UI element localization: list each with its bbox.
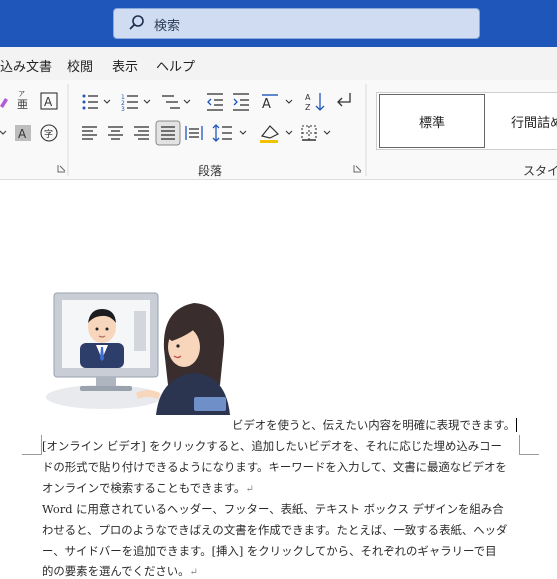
font-dialog-launcher-icon[interactable] (57, 165, 66, 173)
svg-text:Z: Z (305, 103, 311, 112)
tab-review[interactable]: 校閲 (67, 56, 93, 75)
svg-text:亜: 亜 (17, 98, 28, 111)
line-spacing-icon[interactable] (212, 124, 247, 142)
align-right-icon[interactable] (134, 126, 149, 140)
tab-help[interactable]: ヘルプ (156, 56, 195, 75)
paragraph-dialog-launcher-icon[interactable] (353, 165, 362, 173)
search-icon (129, 15, 144, 30)
styles-group-title: スタイル (523, 164, 557, 178)
align-left-icon[interactable] (82, 126, 97, 140)
numbering-icon[interactable]: 1 2 3 (121, 94, 151, 113)
borders-icon[interactable] (301, 125, 331, 141)
text-highlight-icon[interactable] (0, 98, 8, 108)
dropdown-chevron-icon[interactable] (0, 130, 7, 135)
align-center-icon[interactable] (108, 126, 123, 140)
margin-corner-top-right (519, 435, 539, 455)
caption-text: ビデオを使うと、伝えたい内容を明確に表現できます。 (232, 418, 516, 432)
image-caption: ビデオを使うと、伝えたい内容を明確に表現できます。 (232, 417, 518, 433)
paragraph-1-line-3-text: オンラインで検索することもできます。 (42, 481, 246, 495)
ribbon: ア 亜 A A 字 1 2 3 A A Z 標準 行間詰め 段落 スタイ (0, 80, 557, 180)
paragraph-1-line-1: [オンライン ビデオ] をクリックすると、追加したいビデオを、それに応じた埋め込… (42, 439, 502, 453)
character-shading-icon[interactable]: A (15, 125, 31, 141)
search-placeholder: 検索 (154, 19, 181, 34)
margin-corner-top-left (22, 435, 42, 455)
paragraph-1-line-2: ドの形式で貼り付けできるようになります。キーワードを入力して、文書に最適なビデオ… (42, 460, 507, 474)
shading-icon[interactable] (260, 125, 293, 143)
tab-mailings[interactable]: 込み文書 (0, 56, 52, 75)
paragraph-1-line-3: オンラインで検索することもできます。↵ (42, 480, 254, 496)
paragraph-mark: ↵ (189, 567, 198, 578)
multilevel-list-icon[interactable] (162, 95, 191, 109)
asian-layout-icon[interactable]: A (262, 94, 293, 112)
distributed-icon[interactable] (185, 126, 203, 140)
tab-view[interactable]: 表示 (112, 56, 138, 75)
paragraph-2-line-4: 的の要素を選んでください。↵ (42, 563, 198, 579)
enclose-character-icon[interactable]: 字 (40, 124, 58, 142)
paragraph-2-line-3: ー、サイドバーを追加できます。[挿入] をクリックしてから、それぞれのギャラリー… (42, 544, 497, 558)
show-formatting-marks-icon[interactable] (337, 93, 351, 107)
sort-icon[interactable]: A Z (305, 93, 325, 112)
style-gallery: 標準 行間詰め (376, 92, 557, 150)
justify-icon[interactable] (155, 120, 181, 146)
increase-indent-icon[interactable] (233, 93, 249, 111)
bullets-icon[interactable] (82, 94, 111, 110)
svg-text:A: A (18, 127, 27, 141)
paragraph-2-line-1: Word に用意されているヘッダー、フッター、表紙、テキスト ボックス デザイン… (42, 502, 504, 516)
character-border-icon[interactable]: A (40, 92, 58, 110)
svg-text:字: 字 (44, 128, 53, 140)
paragraph-group-title: 段落 (198, 164, 223, 178)
video-call-illustration (46, 292, 230, 415)
search-box[interactable]: 検索 (113, 8, 480, 39)
text-cursor (516, 418, 518, 432)
svg-text:ア: ア (18, 90, 25, 98)
paragraph-2-line-2: わせると、プロのようなできばえの文書を作成できます。たとえば、一致する表紙、ヘッ… (42, 523, 508, 537)
svg-text:3: 3 (121, 106, 125, 113)
paragraph-2-line-4-text: 的の要素を選んでください。 (42, 564, 190, 578)
furigana-icon[interactable]: ア 亜 (17, 90, 28, 111)
style-normal[interactable]: 標準 (379, 94, 485, 148)
svg-text:A: A (262, 97, 271, 112)
paragraph-mark: ↵ (245, 484, 254, 495)
ribbon-tabs: 込み文書 校閲 表示 ヘルプ (0, 47, 557, 80)
style-no-spacing[interactable]: 行間詰め (489, 93, 557, 149)
title-bar: 検索 (0, 0, 557, 47)
svg-text:A: A (44, 95, 53, 109)
decrease-indent-icon[interactable] (207, 93, 223, 111)
svg-text:A: A (305, 93, 311, 102)
